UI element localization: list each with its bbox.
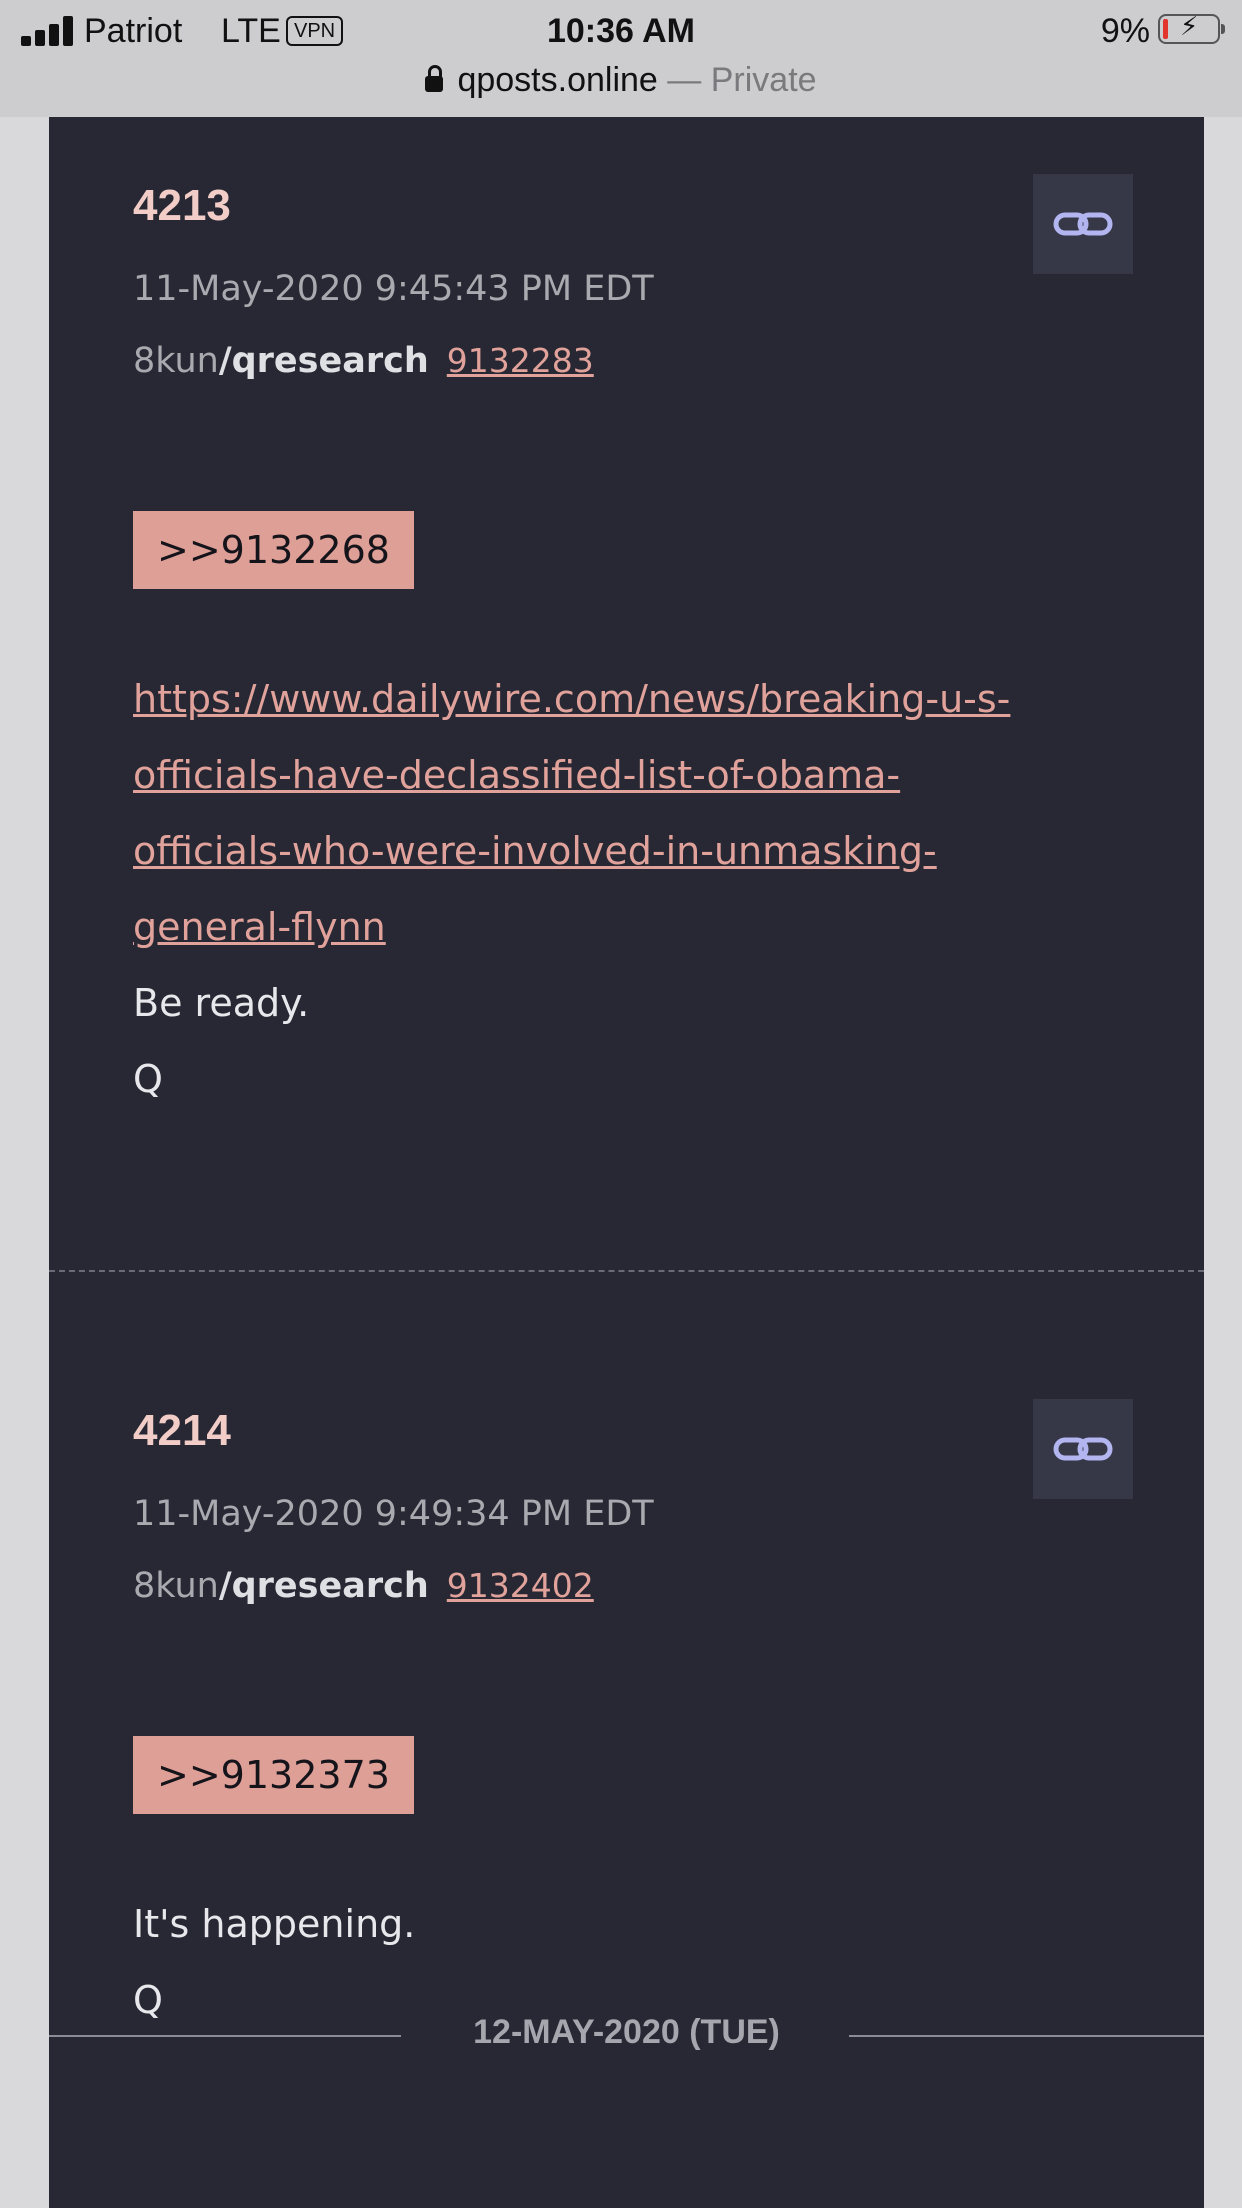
chain-link-icon bbox=[1053, 212, 1113, 236]
post-link-button[interactable] bbox=[1033, 1399, 1133, 1499]
link-line: officials-have-declassified-list-of-obam… bbox=[133, 753, 901, 797]
post-number: 4214 bbox=[133, 1406, 231, 1455]
battery-icon: ⚡ bbox=[1158, 12, 1225, 44]
post-id-link[interactable]: 9132283 bbox=[447, 341, 594, 380]
url-host: qposts.online bbox=[457, 61, 658, 99]
date-separator: 12-MAY-2020 (TUE) bbox=[49, 2013, 1204, 2053]
link-line: https://www.dailywire.com/news/breaking-… bbox=[133, 677, 1011, 721]
private-mode-label: — Private bbox=[667, 61, 817, 99]
charging-bolt-icon: ⚡ bbox=[1180, 12, 1199, 42]
board-name: /qresearch bbox=[218, 1566, 429, 1606]
reply-reference[interactable]: >>9132373 bbox=[133, 1736, 414, 1814]
post-body: https://www.dailywire.com/news/breaking-… bbox=[133, 661, 1133, 1117]
lock-icon bbox=[425, 65, 444, 93]
ios-status-bar: Patriot LTE VPN 10:36 AM 9% ⚡ qposts.onl… bbox=[0, 0, 1242, 117]
site-name: 8kun bbox=[133, 341, 219, 381]
date-separator-label: 12-MAY-2020 (TUE) bbox=[473, 2013, 780, 2051]
signature: Q bbox=[133, 1057, 163, 1101]
clock: 10:36 AM bbox=[546, 12, 696, 50]
body-line: Be ready. bbox=[133, 981, 310, 1025]
board-name: /qresearch bbox=[218, 341, 429, 381]
post-source: 8kun/qresearch 9132402 bbox=[133, 1566, 594, 1606]
reply-reference[interactable]: >>9132268 bbox=[133, 511, 414, 589]
post-id-link[interactable]: 9132402 bbox=[447, 1566, 594, 1605]
post-number: 4213 bbox=[133, 181, 231, 230]
body-line: It's happening. bbox=[133, 1902, 416, 1946]
post-date: 11-May-2020 9:45:43 PM EDT bbox=[133, 269, 654, 309]
post-source: 8kun/qresearch 9132283 bbox=[133, 341, 594, 381]
battery-percent: 9% bbox=[1100, 12, 1150, 50]
posts-panel: 4213 11-May-2020 9:45:43 PM EDT 8kun/qre… bbox=[49, 117, 1204, 2208]
post-date: 11-May-2020 9:49:34 PM EDT bbox=[133, 1494, 654, 1534]
site-name: 8kun bbox=[133, 1566, 219, 1606]
link-line: officials-who-were-involved-in-unmasking… bbox=[133, 829, 937, 873]
chain-link-icon bbox=[1053, 1437, 1113, 1461]
post-divider bbox=[49, 1270, 1204, 1272]
address-bar[interactable]: qposts.online — Private bbox=[0, 56, 1242, 104]
post-link-button[interactable] bbox=[1033, 174, 1133, 274]
article-link[interactable]: https://www.dailywire.com/news/breaking-… bbox=[133, 677, 1010, 949]
link-line: general-flynn bbox=[133, 905, 386, 949]
